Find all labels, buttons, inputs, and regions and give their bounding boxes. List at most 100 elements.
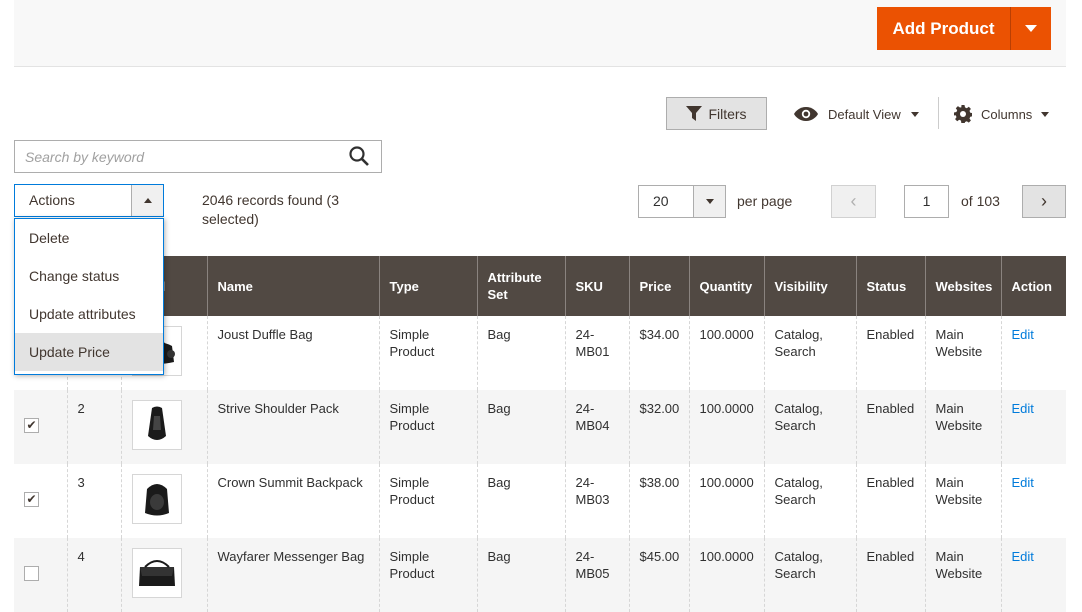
col-action[interactable]: Action <box>1000 256 1066 316</box>
quantity: 100.0000 <box>688 316 764 390</box>
col-attribute-set[interactable]: Attribute Set <box>476 256 565 316</box>
col-type[interactable]: Type <box>378 256 477 316</box>
status: Enabled <box>855 316 925 390</box>
attribute-set: Bag <box>476 464 565 538</box>
status: Enabled <box>855 538 925 612</box>
chevron-left-icon: ‹ <box>850 191 857 211</box>
sku: 24-MB04 <box>564 390 629 464</box>
product-type: Simple Product <box>378 464 477 538</box>
attribute-set: Bag <box>476 538 565 612</box>
chevron-right-icon: › <box>1041 191 1047 211</box>
product-type: Simple Product <box>378 390 477 464</box>
filters-label: Filters <box>708 105 747 122</box>
search-icon[interactable] <box>349 146 369 166</box>
quantity: 100.0000 <box>688 390 764 464</box>
col-sku[interactable]: SKU <box>564 256 629 316</box>
websites: Main Website <box>924 316 1001 390</box>
table-row: ✔ 3 Crown Summit Backpack Simple Product… <box>14 464 1066 538</box>
table-row: 4 Wayfarer Messenger Bag Simple Product … <box>14 538 1066 612</box>
gear-icon <box>954 105 972 123</box>
action-update-price[interactable]: Update Price <box>15 333 163 371</box>
row-checkbox[interactable]: ✔ <box>24 492 39 507</box>
visibility: Catalog, Search <box>763 390 856 464</box>
visibility: Catalog, Search <box>763 538 856 612</box>
edit-link[interactable]: Edit <box>1012 475 1034 490</box>
eye-icon <box>794 107 818 121</box>
product-type: Simple Product <box>378 538 477 612</box>
add-product-dropdown-toggle[interactable] <box>1010 7 1051 50</box>
action-delete[interactable]: Delete <box>15 219 163 257</box>
row-id: 3 <box>66 464 121 538</box>
messenger-bag-icon <box>138 560 175 586</box>
row-id: 4 <box>66 538 121 612</box>
mass-actions-dropdown[interactable]: Actions <box>14 184 164 217</box>
divider <box>938 97 939 129</box>
caret-down-icon <box>705 199 714 204</box>
product-name: Strive Shoulder Pack <box>206 390 379 464</box>
edit-link[interactable]: Edit <box>1012 401 1034 416</box>
add-product-button[interactable]: Add Product <box>877 7 1051 50</box>
table-row: ✔ 1 Joust Duffle Bag Simple Product Bag … <box>14 316 1066 390</box>
per-page-value: 20 <box>653 193 669 209</box>
columns-label: Columns <box>981 106 1033 122</box>
backpack-icon <box>144 484 169 516</box>
visibility: Catalog, Search <box>763 464 856 538</box>
actions-menu: Delete Change status Update attributes U… <box>14 218 164 375</box>
websites: Main Website <box>924 538 1001 612</box>
col-quantity[interactable]: Quantity <box>688 256 764 316</box>
next-page-button[interactable]: › <box>1022 185 1066 218</box>
actions-label: Actions <box>29 192 75 208</box>
action-update-attributes[interactable]: Update attributes <box>15 295 163 333</box>
sku: 24-MB05 <box>564 538 629 612</box>
price: $45.00 <box>628 538 689 612</box>
product-thumbnail[interactable] <box>131 400 182 450</box>
view-label: Default View <box>828 106 901 122</box>
col-name[interactable]: Name <box>206 256 379 316</box>
sku: 24-MB03 <box>564 464 629 538</box>
col-status[interactable]: Status <box>855 256 925 316</box>
status: Enabled <box>855 390 925 464</box>
search-box <box>14 140 382 173</box>
checkmark-icon: ✔ <box>26 492 37 506</box>
grid-header-row: Thumbnail Name Type Attribute Set SKU Pr… <box>14 256 1066 316</box>
funnel-icon <box>686 106 703 121</box>
row-checkbox[interactable] <box>24 566 39 581</box>
columns-control[interactable]: Columns <box>954 104 1050 124</box>
per-page-label: per page <box>737 193 793 209</box>
per-page-toggle[interactable] <box>693 186 725 217</box>
caret-down-icon <box>910 111 919 117</box>
filters-button[interactable]: Filters <box>666 97 767 130</box>
total-pages-label: of 103 <box>961 193 1000 209</box>
action-change-status[interactable]: Change status <box>15 257 163 295</box>
caret-down-icon <box>1025 25 1037 32</box>
view-switcher[interactable]: Default View <box>794 104 919 124</box>
add-product-label[interactable]: Add Product <box>877 19 1010 39</box>
product-grid: Thumbnail Name Type Attribute Set SKU Pr… <box>14 256 1066 612</box>
col-websites[interactable]: Websites <box>924 256 1001 316</box>
quantity: 100.0000 <box>688 538 764 612</box>
per-page-select[interactable]: 20 <box>638 185 726 218</box>
actions-toggle[interactable] <box>131 185 163 216</box>
checkmark-icon: ✔ <box>26 418 37 432</box>
col-price[interactable]: Price <box>628 256 689 316</box>
col-visibility[interactable]: Visibility <box>763 256 856 316</box>
product-thumbnail[interactable] <box>131 474 182 524</box>
row-id: 2 <box>66 390 121 464</box>
caret-up-icon <box>143 198 152 203</box>
status: Enabled <box>855 464 925 538</box>
quantity: 100.0000 <box>688 464 764 538</box>
edit-link[interactable]: Edit <box>1012 549 1034 564</box>
row-checkbox[interactable]: ✔ <box>24 418 39 433</box>
search-input[interactable] <box>15 141 335 172</box>
shoulder-pack-icon <box>147 406 166 440</box>
table-row: ✔ 2 Strive Shoulder Pack Simple Product … <box>14 390 1066 464</box>
edit-link[interactable]: Edit <box>1012 327 1034 342</box>
price: $34.00 <box>628 316 689 390</box>
product-thumbnail[interactable] <box>131 548 182 598</box>
prev-page-button[interactable]: ‹ <box>831 185 876 218</box>
sku: 24-MB01 <box>564 316 629 390</box>
page-number-input[interactable]: 1 <box>904 185 949 218</box>
product-name: Joust Duffle Bag <box>206 316 379 390</box>
price: $32.00 <box>628 390 689 464</box>
attribute-set: Bag <box>476 316 565 390</box>
